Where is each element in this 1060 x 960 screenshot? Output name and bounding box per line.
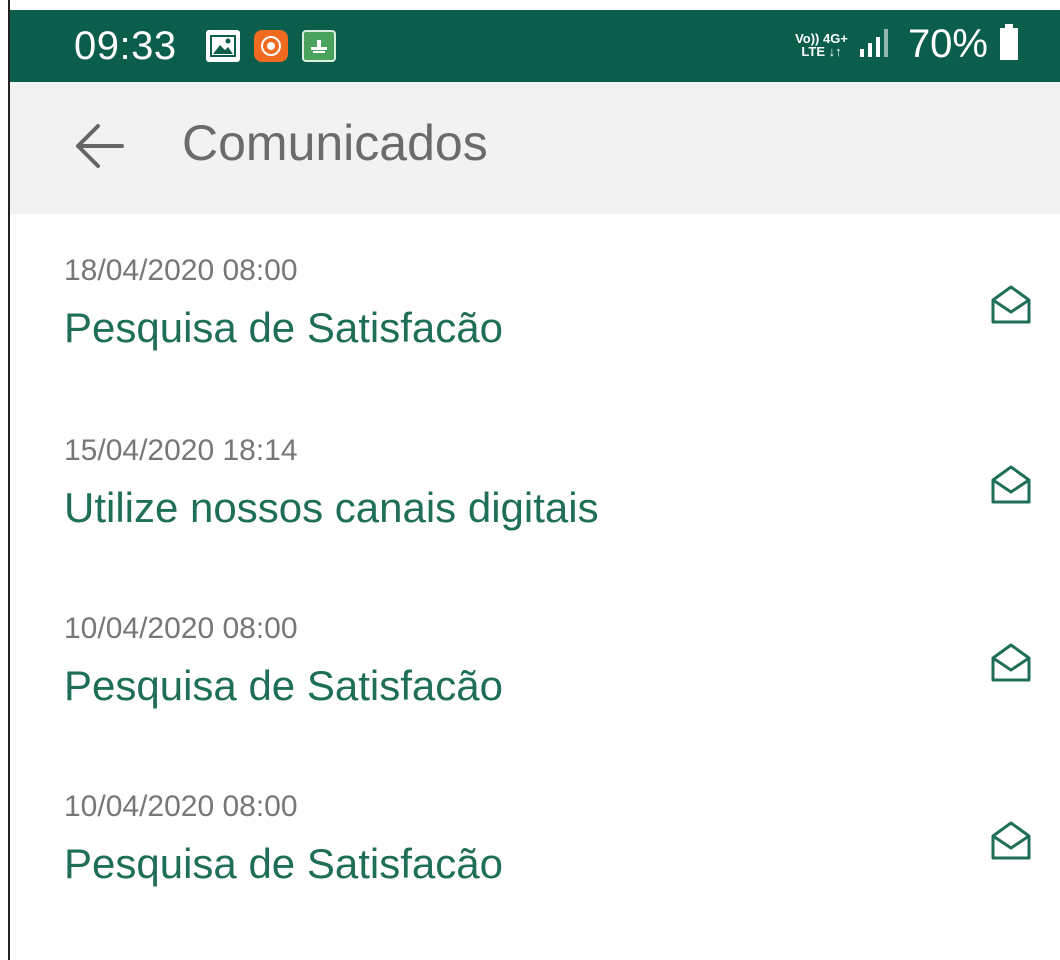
status-right-group: Vo)) 4G+ LTE ↓↑ 70%	[795, 22, 1020, 67]
screenshot-left-border	[0, 0, 10, 960]
network-label-top: Vo)) 4G+	[795, 30, 848, 46]
message-item[interactable]: 18/04/2020 08:00 Pesquisa de Satisfacão	[10, 214, 1060, 384]
network-label-bottom: LTE ↓↑	[801, 43, 842, 59]
message-date: 15/04/2020 18:14	[64, 434, 298, 467]
signal-icon	[858, 25, 898, 64]
message-date: 10/04/2020 08:00	[64, 790, 298, 823]
back-arrow-icon[interactable]	[70, 120, 130, 172]
green-app-icon	[302, 30, 336, 62]
message-title: Utilize nossos canais digitais	[64, 484, 599, 531]
envelope-open-icon[interactable]	[988, 640, 1034, 686]
message-title: Pesquisa de Satisfacão	[64, 662, 503, 709]
message-item[interactable]: 15/04/2020 18:14 Utilize nossos canais d…	[10, 394, 1060, 564]
envelope-open-icon[interactable]	[988, 462, 1034, 508]
orange-app-icon	[254, 30, 288, 62]
envelope-open-icon[interactable]	[988, 818, 1034, 864]
battery-percent: 70%	[907, 22, 988, 66]
message-title: Pesquisa de Satisfacão	[64, 304, 503, 351]
page-title: Comunicados	[182, 115, 488, 171]
app-bar: Comunicados	[10, 82, 1060, 214]
status-bar: 09:33 Vo)) 4G+ LTE ↓↑ 70%	[10, 10, 1060, 82]
message-date: 18/04/2020 08:00	[64, 254, 298, 287]
screenshot-top-border	[0, 0, 1060, 10]
gallery-icon	[206, 30, 240, 62]
message-title: Pesquisa de Satisfacão	[64, 840, 503, 887]
message-date: 10/04/2020 08:00	[64, 612, 298, 645]
message-item[interactable]: 10/04/2020 08:00 Pesquisa de Satisfacão	[10, 750, 1060, 920]
envelope-open-icon[interactable]	[988, 282, 1034, 328]
battery-icon	[998, 22, 1020, 67]
network-type-label: Vo)) 4G+ LTE ↓↑	[795, 32, 848, 58]
notification-icons	[206, 30, 336, 62]
status-time: 09:33	[74, 24, 177, 68]
message-item[interactable]: 10/04/2020 08:00 Pesquisa de Satisfacão	[10, 572, 1060, 742]
